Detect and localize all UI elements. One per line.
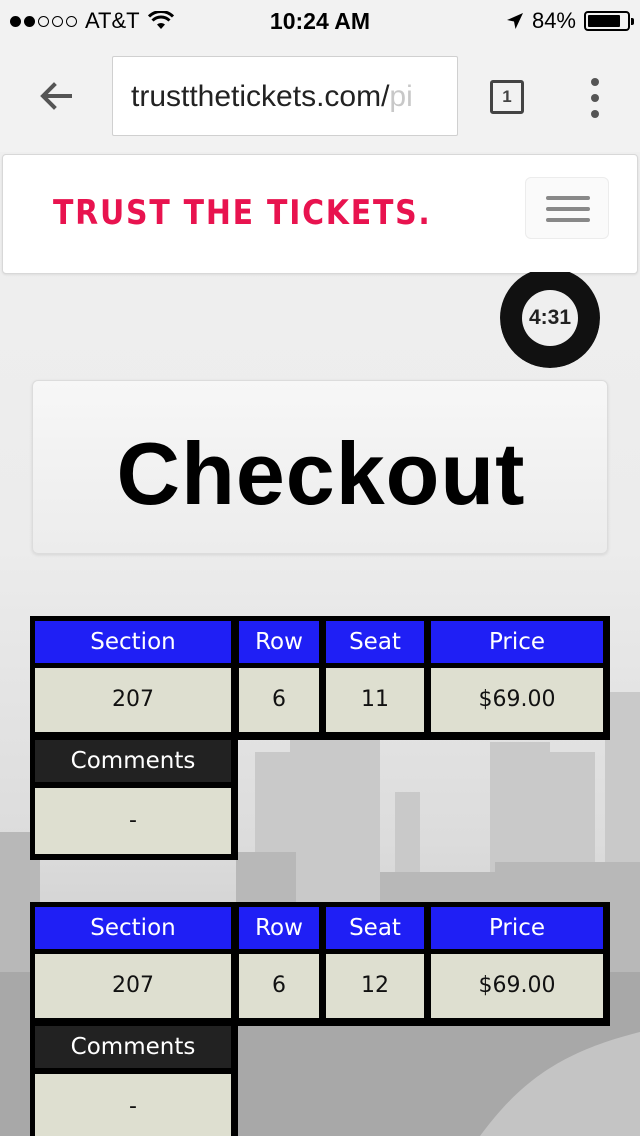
ticket-table: Section Row Seat Price 207 6 12 $69.00 xyxy=(30,902,610,1026)
location-arrow-icon xyxy=(506,13,523,29)
url-bar[interactable]: trustthetickets.com/pi xyxy=(112,56,458,136)
header-seat: Seat xyxy=(326,621,424,663)
header-comments: Comments xyxy=(35,740,231,782)
battery-icon xyxy=(584,11,634,31)
url-text-faded: pi xyxy=(389,80,413,113)
ticket-seat-value: 11 xyxy=(326,668,424,732)
header-comments: Comments xyxy=(35,1026,231,1068)
ticket-section-value: 207 xyxy=(35,668,231,732)
browser-menu-icon[interactable] xyxy=(588,78,602,118)
site-logo[interactable]: TRUST THE TICKETS. xyxy=(53,193,432,233)
ticket-row-value: 6 xyxy=(239,954,319,1018)
ticket-comments-value: - xyxy=(35,788,231,854)
ticket-price-value: $69.00 xyxy=(431,668,603,732)
battery-percent: 84% xyxy=(531,8,576,33)
ticket-seat-value: 12 xyxy=(326,954,424,1018)
ticket-section-value: 207 xyxy=(35,954,231,1018)
header-seat: Seat xyxy=(326,907,424,949)
url-text: trustthetickets.com/ xyxy=(131,80,390,113)
ticket-table: Section Row Seat Price 207 6 11 $69.00 xyxy=(30,616,610,740)
back-arrow-icon[interactable] xyxy=(36,76,76,116)
checkout-banner: Checkout xyxy=(32,380,608,554)
ticket-comments-value: - xyxy=(35,1074,231,1136)
header-section: Section xyxy=(35,907,231,949)
tab-switcher-button[interactable]: 1 xyxy=(490,80,524,114)
browser-toolbar: trustthetickets.com/pi 1 xyxy=(0,40,640,152)
battery-fill xyxy=(588,15,620,27)
web-page: TRUST THE TICKETS. 4:31 Checkout Section… xyxy=(0,152,640,1136)
timer-text: 4:31 xyxy=(522,290,578,346)
header-section: Section xyxy=(35,621,231,663)
header-price: Price xyxy=(431,621,603,663)
ticket-row-value: 6 xyxy=(239,668,319,732)
ticket-comments: Comments - xyxy=(30,736,238,860)
status-bar: AT&T 10:24 AM 84% xyxy=(0,0,640,40)
page-title: Checkout xyxy=(116,424,526,523)
site-header: TRUST THE TICKETS. xyxy=(2,154,638,274)
header-price: Price xyxy=(431,907,603,949)
hamburger-menu-button[interactable] xyxy=(525,177,609,239)
header-row: Row xyxy=(239,621,319,663)
ticket-price-value: $69.00 xyxy=(431,954,603,1018)
ticket-comments: Comments - xyxy=(30,1022,238,1136)
status-right: 84% xyxy=(506,8,634,34)
countdown-timer: 4:31 xyxy=(500,272,600,368)
header-row: Row xyxy=(239,907,319,949)
